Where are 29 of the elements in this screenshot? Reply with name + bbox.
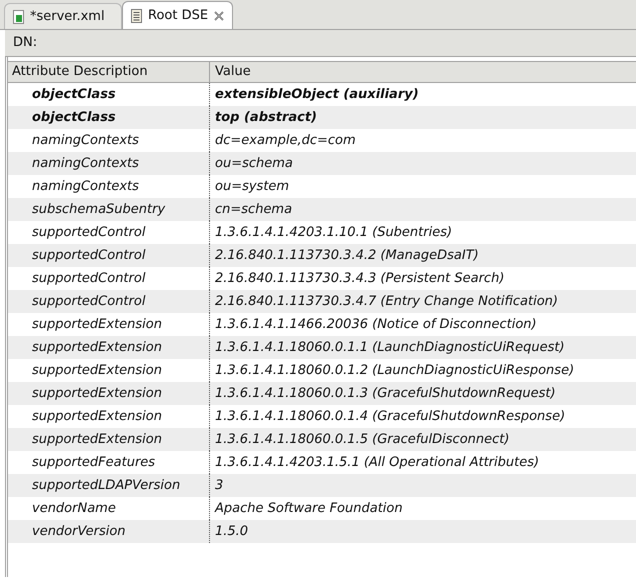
value-cell-text: 1.3.6.1.4.1.4203.1.5.1 (All Operational Attributes) xyxy=(214,454,540,472)
xml-file-icon xyxy=(13,10,24,24)
value-cell-text: dc=example,dc=com xyxy=(214,132,357,150)
value-cell-text: extensibleObject (auxiliary) xyxy=(214,86,420,104)
value-cell-text: 1.5.0 xyxy=(214,522,250,541)
value-cell-text: 2.16.840.1.113730.3.4.3 (Persistent Search) xyxy=(214,270,506,288)
dn-label: DN: xyxy=(13,34,38,52)
value-cell-text: ou=schema xyxy=(214,154,294,173)
value-cell-text: 1.3.6.1.4.1.18060.0.1.4 (GracefulShutdownResponse) xyxy=(214,408,566,426)
column-header[interactable]: Value xyxy=(210,62,636,82)
value-cell-text: 2.16.840.1.113730.3.4.2 (ManageDsaIT) xyxy=(214,246,480,265)
close-icon[interactable] xyxy=(214,10,224,20)
value-cell-text: 1.3.6.1.4.1.18060.0.1.3 (GracefulShutdownRequest) xyxy=(214,384,557,403)
editor-tab[interactable]: Root DSE xyxy=(122,1,234,29)
value-cell-text: Apache Software Foundation xyxy=(214,500,404,518)
column-header[interactable]: Attribute Description xyxy=(8,62,210,82)
document-icon xyxy=(131,8,142,22)
value-cell-text: 2.16.840.1.113730.3.4.7 (Entry Change Notification) xyxy=(214,292,559,311)
value-cell-text: ou=system xyxy=(214,178,290,196)
attribute-cell: vendorVersion xyxy=(8,520,210,543)
editor-tab[interactable]: *server.xml xyxy=(4,3,122,29)
value-cell-text: 1.3.6.1.4.1.18060.0.1.5 (GracefulDisconnect) xyxy=(214,430,510,449)
value-cell-text: 1.3.6.1.4.1.18060.0.1.1 (LaunchDiagnosticUiRequest) xyxy=(214,338,566,357)
value-cell-text: cn=schema xyxy=(214,200,294,219)
value-cell-text: top (abstract) xyxy=(214,108,318,127)
value-cell-text: 1.3.6.1.4.1.1466.20036 (Notice of Disconnection) xyxy=(214,316,538,334)
value-cell-text: 1.3.6.1.4.1.18060.0.1.2 (LaunchDiagnosticUiResponse) xyxy=(214,362,576,380)
value-cell-text: 3 xyxy=(214,476,224,495)
value-cell-text: 1.3.6.1.4.1.4203.1.10.1 (Subentries) xyxy=(214,224,454,242)
